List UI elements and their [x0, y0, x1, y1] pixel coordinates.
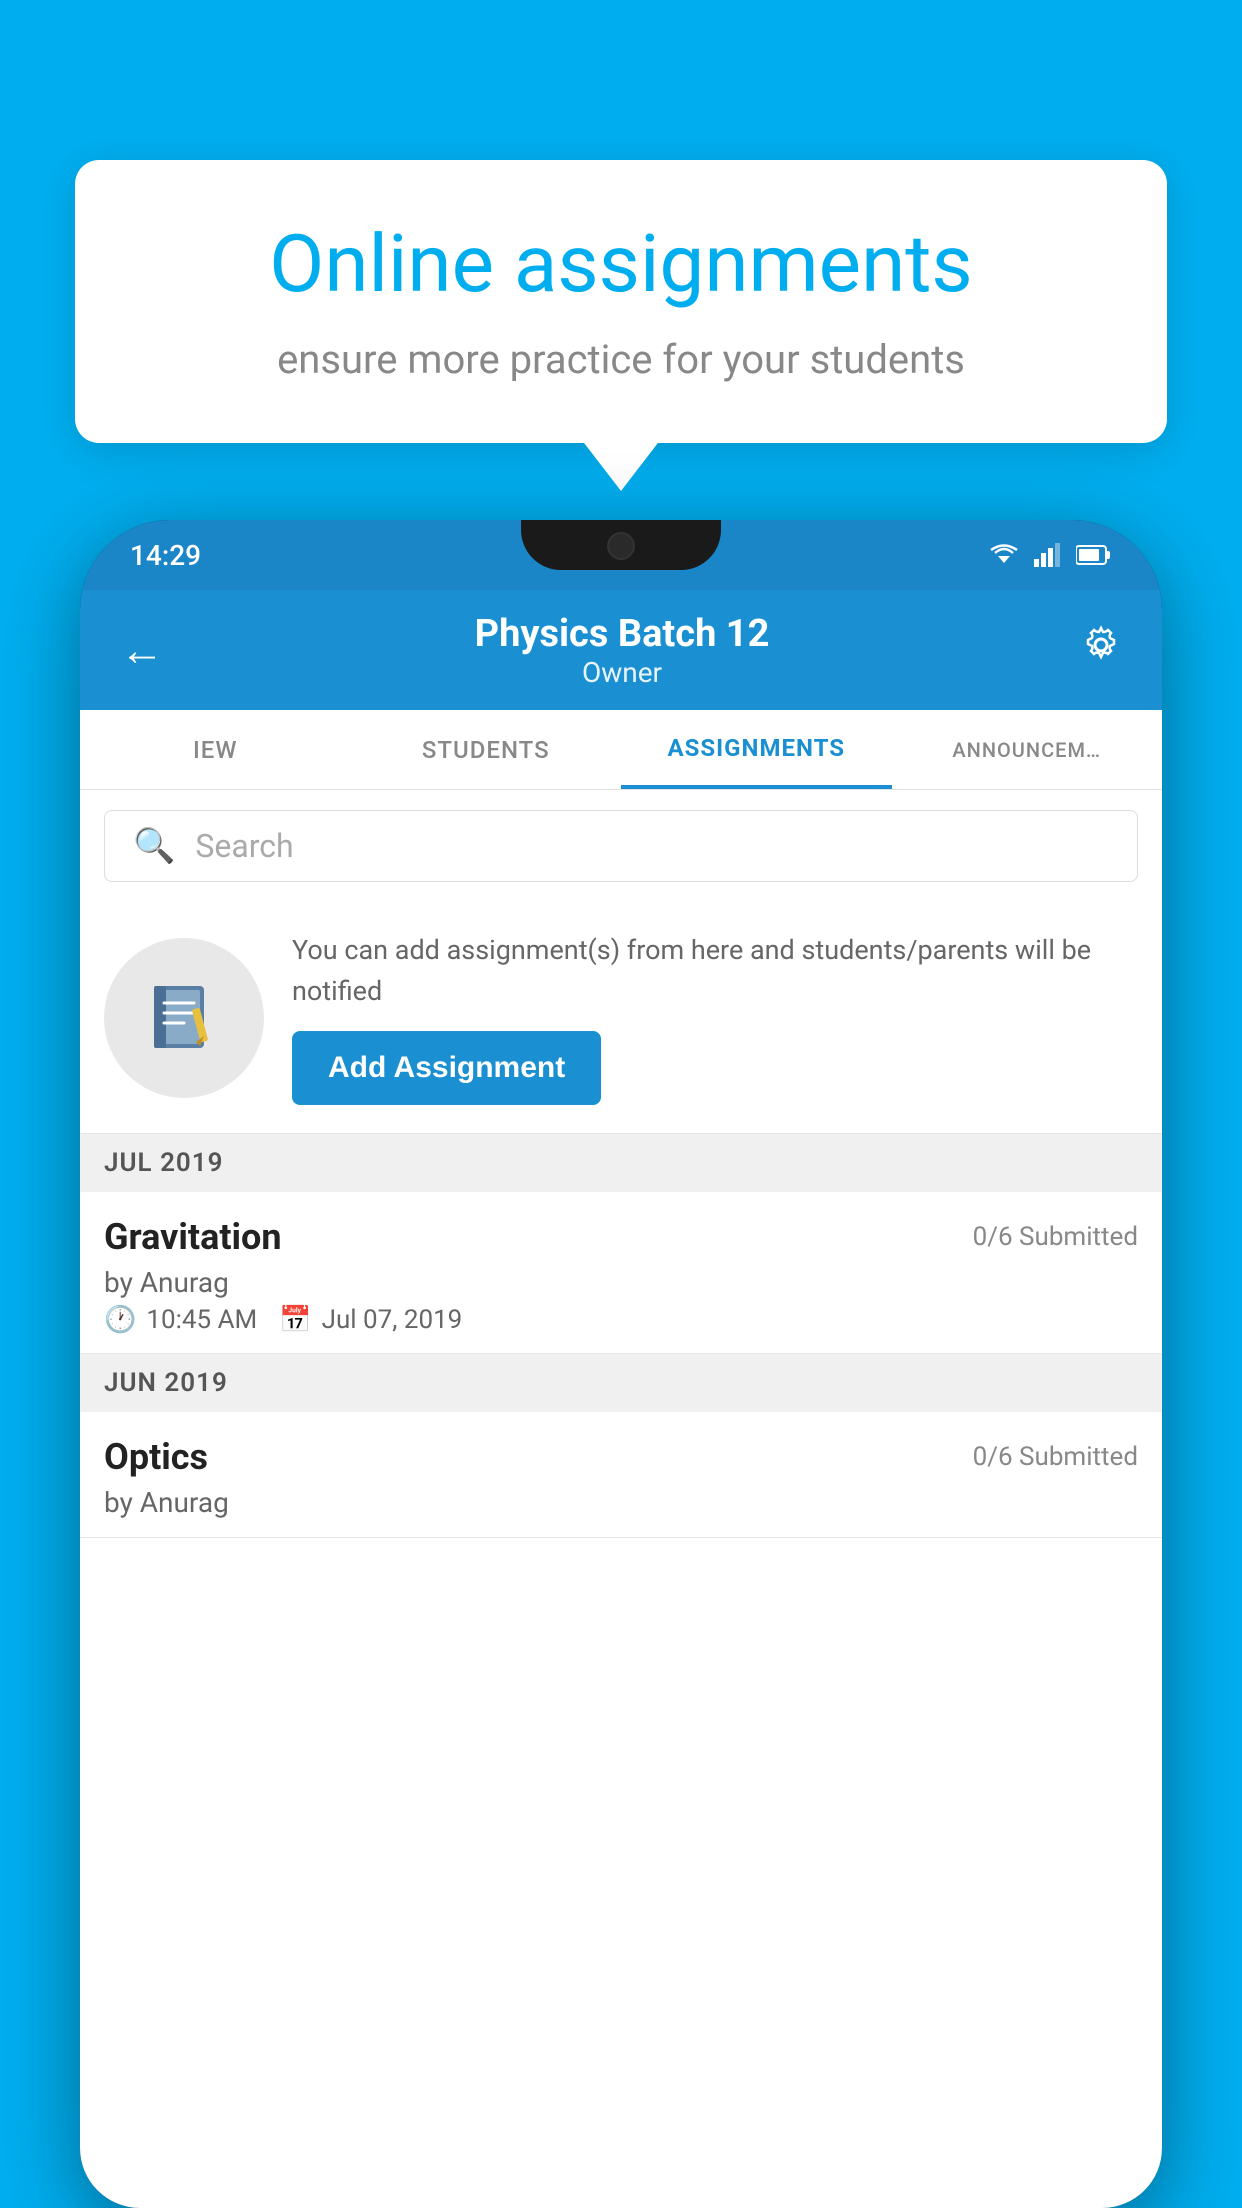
search-icon: 🔍 [133, 826, 175, 866]
search-bar[interactable]: 🔍 Search [104, 810, 1138, 882]
notebook-icon [144, 978, 224, 1058]
calendar-icon: 📅 [279, 1305, 311, 1335]
section-jun-2019: JUN 2019 [80, 1354, 1162, 1412]
assignment-date: Jul 07, 2019 [322, 1305, 463, 1335]
assignment-optics-name: Optics [104, 1436, 208, 1478]
section-jul-2019: JUL 2019 [80, 1134, 1162, 1192]
search-placeholder: Search [195, 827, 293, 865]
wifi-icon [988, 543, 1020, 567]
add-assignment-button[interactable]: Add Assignment [292, 1031, 601, 1105]
status-icons [988, 543, 1112, 567]
assignment-optics-by: by Anurag [104, 1486, 1138, 1519]
assignment-optics[interactable]: Optics 0/6 Submitted by Anurag [80, 1412, 1162, 1538]
assignment-by: by Anurag [104, 1266, 1138, 1299]
assignment-optics-top: Optics 0/6 Submitted [104, 1436, 1138, 1478]
tab-assignments[interactable]: ASSIGNMENTS [621, 710, 892, 789]
status-time: 14:29 [130, 539, 201, 572]
tab-announcements[interactable]: ANNOUNCEM… [892, 710, 1163, 789]
assignment-gravitation[interactable]: Gravitation 0/6 Submitted by Anurag 🕐 10… [80, 1192, 1162, 1354]
assignment-time: 10:45 AM [146, 1305, 257, 1335]
assignment-icon-circle [104, 938, 264, 1098]
assignment-row-top: Gravitation 0/6 Submitted [104, 1216, 1138, 1258]
tooltip-subtitle: ensure more practice for your students [145, 336, 1097, 383]
app-header: ← Physics Batch 12 Owner [80, 590, 1162, 710]
info-card: You can add assignment(s) from here and … [80, 902, 1162, 1134]
tab-students[interactable]: STUDENTS [351, 710, 622, 789]
settings-button[interactable] [1080, 624, 1122, 676]
background: Online assignments ensure more practice … [0, 0, 1242, 2208]
signal-icon [1034, 543, 1062, 567]
phone-frame: 14:29 [80, 520, 1162, 2208]
info-description: You can add assignment(s) from here and … [292, 930, 1138, 1011]
tooltip-card: Online assignments ensure more practice … [75, 160, 1167, 443]
battery-icon [1076, 544, 1112, 566]
header-title-group: Physics Batch 12 Owner [164, 612, 1080, 689]
assignment-name: Gravitation [104, 1216, 282, 1258]
assignment-optics-submitted: 0/6 Submitted [973, 1442, 1138, 1472]
screen-content: 🔍 Search [80, 790, 1162, 2208]
gear-icon [1080, 624, 1122, 666]
assignment-meta: 🕐 10:45 AM 📅 Jul 07, 2019 [104, 1305, 1138, 1335]
tab-bar: IEW STUDENTS ASSIGNMENTS ANNOUNCEM… [80, 710, 1162, 790]
info-text-group: You can add assignment(s) from here and … [292, 930, 1138, 1105]
header-title: Physics Batch 12 [164, 612, 1080, 656]
assignment-submitted: 0/6 Submitted [973, 1222, 1138, 1252]
back-button[interactable]: ← [120, 624, 164, 676]
clock-icon: 🕐 [104, 1305, 136, 1335]
tooltip-title: Online assignments [145, 220, 1097, 308]
phone-notch [521, 520, 721, 570]
phone-camera [607, 532, 635, 560]
header-subtitle: Owner [164, 656, 1080, 689]
tab-iew[interactable]: IEW [80, 710, 351, 789]
